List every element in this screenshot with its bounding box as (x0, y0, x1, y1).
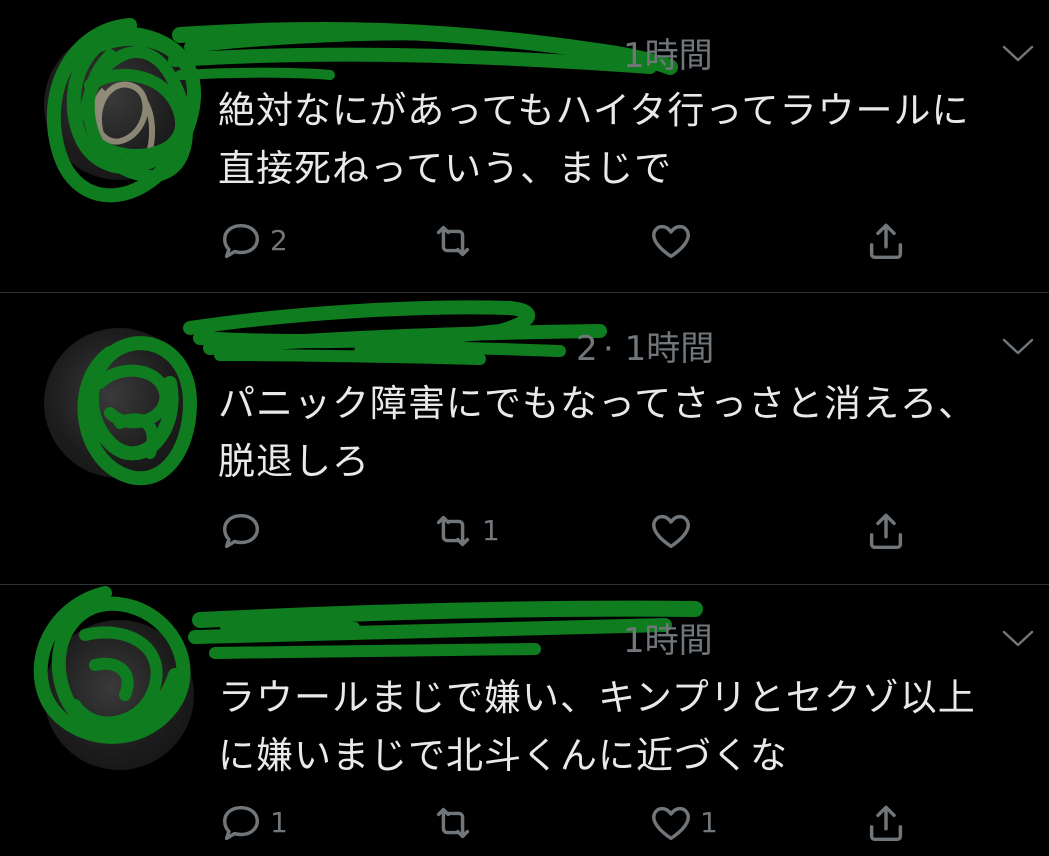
tweet-actions: 1 (218, 508, 1018, 558)
timestamp[interactable]: 1時間 (623, 36, 713, 76)
user-handle[interactable]: 2 (576, 329, 598, 369)
tweet-header: 1時間 (218, 36, 998, 76)
tweet-text-line: に嫌いまじで北斗くんに近づくな (218, 734, 788, 777)
like-button[interactable] (648, 508, 700, 554)
retweet-icon (430, 800, 476, 846)
reply-button[interactable] (218, 508, 270, 554)
timestamp[interactable]: 1時間 (623, 621, 713, 661)
tweet-header: 2 · 1時間 (218, 329, 998, 369)
tweet-text-line: 脱退しろ (218, 440, 370, 483)
retweet-button[interactable] (430, 800, 482, 846)
avatar[interactable] (44, 620, 194, 770)
like-button[interactable]: 1 (648, 800, 718, 846)
timestamp[interactable]: · 1時間 (603, 329, 714, 369)
like-icon (648, 218, 694, 264)
avatar[interactable] (44, 328, 194, 478)
tweet-text-line: ラウールまじで嫌い、キンプリとセクゾ以上 (218, 676, 976, 719)
share-button[interactable] (863, 218, 909, 264)
retweet-icon (430, 218, 476, 264)
tweet-actions: 1 1 (218, 800, 1018, 850)
like-icon (648, 800, 694, 846)
chevron-down-icon[interactable] (998, 335, 1038, 359)
like-icon (648, 508, 694, 554)
share-button[interactable] (863, 508, 909, 554)
tweet-text-line: 絶対なにがあってもハイタ行ってラウールに (218, 89, 970, 132)
like-count: 1 (700, 806, 718, 839)
share-icon (863, 800, 909, 846)
chevron-down-icon[interactable] (998, 627, 1038, 651)
retweet-icon (430, 508, 476, 554)
avatar[interactable] (44, 30, 194, 180)
reply-icon (218, 508, 264, 554)
reply-icon (218, 800, 264, 846)
tweet-actions: 2 (218, 218, 1018, 268)
share-button[interactable] (863, 800, 909, 846)
reply-count: 1 (270, 806, 288, 839)
reply-icon (218, 218, 264, 264)
share-icon (863, 218, 909, 264)
chevron-down-icon[interactable] (998, 42, 1038, 66)
tweet[interactable]: 1時間 絶対なにがあってもハイタ行ってラウールに 直接死ねっていう、まじで 2 (0, 0, 1049, 292)
retweet-count: 1 (482, 514, 500, 547)
scribble-redaction (91, 81, 155, 175)
tweet[interactable]: 2 · 1時間 パニック障害にでもなってさっさと消えろ、 脱退しろ 1 (0, 293, 1049, 585)
reply-button[interactable]: 1 (218, 800, 288, 846)
tweet-text-line: 直接死ねっていう、まじで (218, 147, 673, 190)
retweet-button[interactable]: 1 (430, 508, 500, 554)
retweet-button[interactable] (430, 218, 482, 264)
tweet-header: 1時間 (218, 621, 998, 661)
reply-count: 2 (270, 224, 288, 257)
tweet[interactable]: 1時間 ラウールまじで嫌い、キンプリとセクゾ以上 に嫌いまじで北斗くんに近づくな… (0, 585, 1049, 856)
like-button[interactable] (648, 218, 700, 264)
reply-button[interactable]: 2 (218, 218, 288, 264)
tweet-text-line: パニック障害にでもなってさっさと消えろ、 (218, 382, 977, 425)
share-icon (863, 508, 909, 554)
